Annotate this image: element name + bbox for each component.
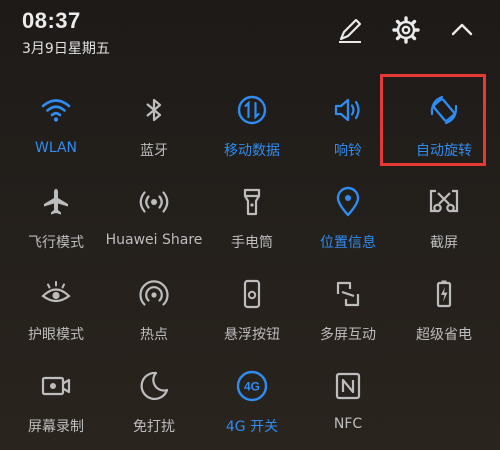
toggle-label: 位置信息 bbox=[320, 235, 376, 251]
hotspot-icon bbox=[136, 276, 172, 312]
screenshot-scissors-icon bbox=[426, 184, 462, 220]
toggle-label: 热点 bbox=[140, 327, 168, 343]
toggle-label: 飞行模式 bbox=[28, 235, 84, 251]
toggle-label: 响铃 bbox=[334, 143, 362, 159]
toggle-row: 护眼模式 热点 悬浮按钮 多屏互动 超级省电 bbox=[0, 268, 500, 360]
toggle-row: WLAN 蓝牙 移动数据 响铃 自动旋转 bbox=[0, 84, 500, 176]
toggle-label: NFC bbox=[333, 416, 363, 432]
toggle-mobile-data[interactable]: 移动数据 bbox=[202, 84, 302, 176]
toggle-label: 免打扰 bbox=[133, 419, 175, 435]
edit-button[interactable] bbox=[332, 14, 368, 50]
toggle-multi-screen[interactable]: 多屏互动 bbox=[298, 268, 398, 360]
toggle-auto-rotate[interactable]: 自动旋转 bbox=[394, 84, 494, 176]
toggle-label: 截屏 bbox=[430, 235, 458, 251]
moon-icon bbox=[136, 368, 172, 404]
toggle-do-not-disturb[interactable]: 免打扰 bbox=[104, 360, 204, 450]
status-header: 08:37 3月9日星期五 bbox=[0, 0, 500, 78]
toggle-airplane[interactable]: 飞行模式 bbox=[6, 176, 106, 268]
toggle-label: 自动旋转 bbox=[416, 143, 472, 159]
toggle-label: 手电筒 bbox=[231, 235, 273, 251]
quick-settings-panel: 08:37 3月9日星期五 WLAN 蓝牙 移动数据 响铃 自动旋转 飞行模式 … bbox=[0, 0, 500, 450]
bluetooth-icon bbox=[136, 92, 172, 128]
toggle-label: 4G 开关 bbox=[225, 419, 279, 435]
collapse-button[interactable] bbox=[444, 14, 480, 50]
battery-saver-icon bbox=[426, 276, 462, 312]
speaker-icon bbox=[330, 92, 366, 128]
toggle-location[interactable]: 位置信息 bbox=[298, 176, 398, 268]
toggle-flashlight[interactable]: 手电筒 bbox=[202, 176, 302, 268]
toggle-label: 超级省电 bbox=[416, 327, 472, 343]
toggle-wlan[interactable]: WLAN bbox=[6, 84, 106, 176]
auto-rotate-icon bbox=[426, 92, 462, 128]
nfc-icon bbox=[330, 368, 366, 404]
date-text: 3月9日星期五 bbox=[22, 41, 110, 57]
toggle-label: 移动数据 bbox=[224, 143, 280, 159]
location-pin-icon bbox=[330, 184, 366, 220]
wifi-icon bbox=[38, 92, 74, 128]
floating-button-icon bbox=[234, 276, 270, 312]
toggle-eye-comfort[interactable]: 护眼模式 bbox=[6, 268, 106, 360]
toggle-huawei-share[interactable]: Huawei Share bbox=[104, 176, 204, 268]
toggle-label: 屏幕录制 bbox=[28, 419, 84, 435]
share-wave-icon bbox=[136, 184, 172, 220]
toggle-label: 护眼模式 bbox=[28, 327, 84, 343]
toggle-screenshot[interactable]: 截屏 bbox=[394, 176, 494, 268]
toggle-super-power-saver[interactable]: 超级省电 bbox=[394, 268, 494, 360]
toggle-ringer[interactable]: 响铃 bbox=[298, 84, 398, 176]
toggle-label: Huawei Share bbox=[105, 232, 203, 248]
toggle-label: WLAN bbox=[34, 140, 77, 156]
toggle-label: 悬浮按钮 bbox=[224, 327, 280, 343]
toggle-label: 多屏互动 bbox=[320, 327, 376, 343]
settings-button[interactable] bbox=[388, 14, 424, 50]
chevron-up-icon bbox=[447, 15, 477, 49]
toggle-nfc[interactable]: NFC bbox=[298, 360, 398, 450]
toggle-screen-record[interactable]: 屏幕录制 bbox=[6, 360, 106, 450]
airplane-icon bbox=[38, 184, 74, 220]
clock-time: 08:37 bbox=[22, 8, 81, 33]
toggle-4g[interactable]: 4G 4G 开关 bbox=[202, 360, 302, 450]
flashlight-icon bbox=[234, 184, 270, 220]
4g-icon: 4G bbox=[234, 368, 270, 404]
gear-icon bbox=[391, 15, 421, 49]
toggle-bluetooth[interactable]: 蓝牙 bbox=[104, 84, 204, 176]
toggle-grid: WLAN 蓝牙 移动数据 响铃 自动旋转 飞行模式 Huawei Share 手… bbox=[0, 84, 500, 450]
toggle-row: 屏幕录制 免打扰 4G 4G 开关 NFC bbox=[0, 360, 500, 450]
multi-screen-icon bbox=[330, 276, 366, 312]
screen-record-icon bbox=[38, 368, 74, 404]
toggle-label: 蓝牙 bbox=[140, 143, 168, 159]
edit-pencil-icon bbox=[335, 15, 365, 49]
toggle-hotspot[interactable]: 热点 bbox=[104, 268, 204, 360]
4g-icon-text: 4G bbox=[244, 380, 260, 394]
toggle-row: 飞行模式 Huawei Share 手电筒 位置信息 截屏 bbox=[0, 176, 500, 268]
eye-icon bbox=[38, 276, 74, 312]
toggle-floating-button[interactable]: 悬浮按钮 bbox=[202, 268, 302, 360]
mobile-data-icon bbox=[234, 92, 270, 128]
